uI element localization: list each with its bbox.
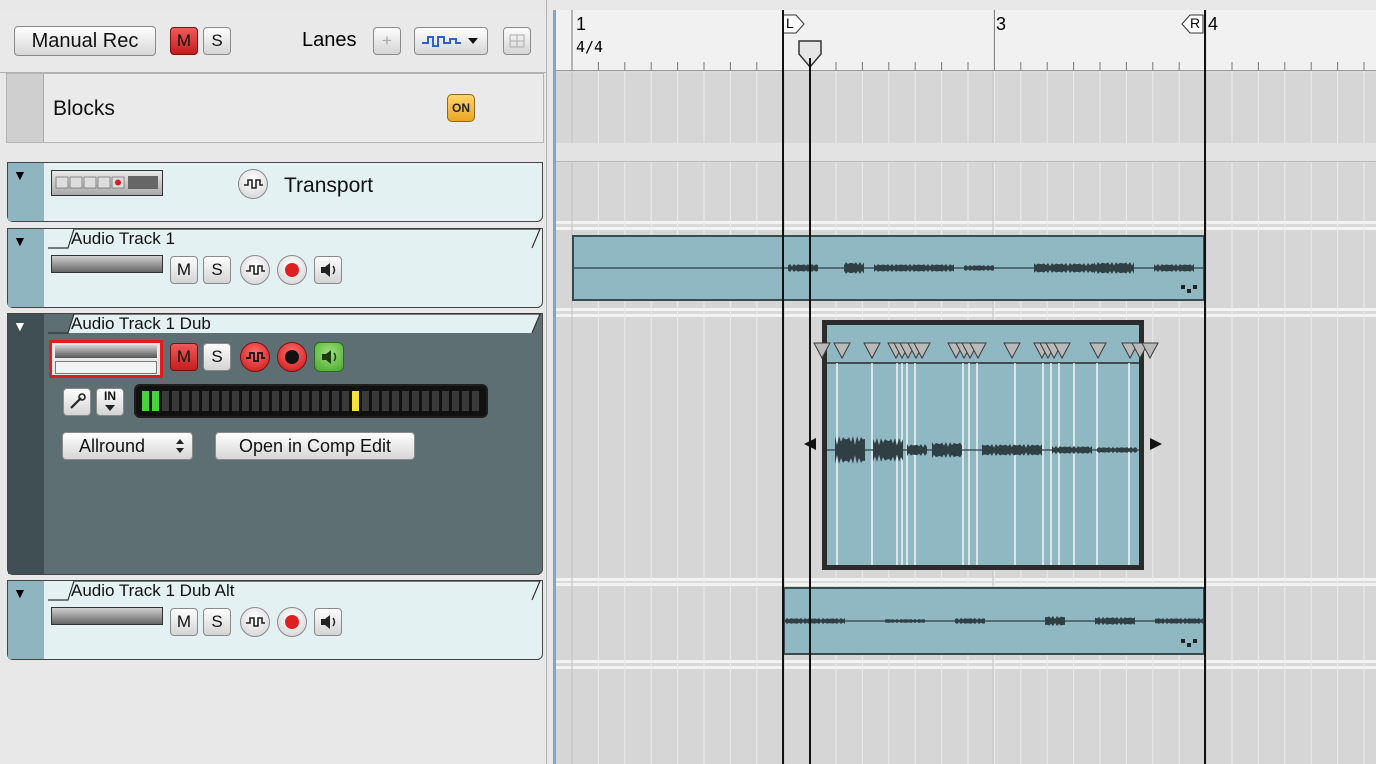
track-output-button[interactable] (314, 342, 344, 372)
track-output-button[interactable] (314, 256, 342, 284)
ruler-ticks (571, 10, 1365, 70)
record-icon (285, 615, 299, 629)
top-toolbar: Manual Rec M S Lanes + (0, 10, 546, 73)
waveform-dropdown-icon (422, 36, 478, 47)
separator-band (556, 143, 1376, 162)
right-locator-line (1204, 10, 1206, 764)
collapse-triangle-icon[interactable]: ▼ (13, 167, 27, 183)
track-record-arm-button[interactable] (277, 342, 307, 372)
transport-track: ▼ Transport (7, 162, 543, 222)
add-lane-button[interactable]: + (373, 27, 401, 55)
blocks-row: Blocks ON (6, 73, 544, 143)
left-locator-label: L (786, 15, 794, 31)
blocks-label: Blocks (53, 97, 115, 120)
clip-resize-icon (1181, 285, 1197, 293)
input-select-button[interactable]: IN (96, 388, 124, 416)
blocks-on-toggle[interactable]: ON (447, 94, 475, 122)
input-label: IN (104, 389, 116, 403)
global-mute-button[interactable]: M (170, 27, 198, 55)
right-locator-marker[interactable]: R (1180, 14, 1204, 34)
track-record-arm-button[interactable] (277, 607, 307, 637)
grid-icon (509, 34, 525, 48)
preset-select[interactable]: Allround (62, 432, 193, 460)
audio-track-1: ▼ Audio Track 1 M S (7, 228, 543, 308)
track-record-arm-button[interactable] (277, 255, 307, 285)
left-locator-marker[interactable]: L (782, 14, 806, 34)
track-solo-button[interactable]: S (203, 343, 231, 371)
audio-track-1-dub: ▼ Audio Track 1 Dub M S IN Allround Open… (7, 313, 543, 575)
global-solo-button[interactable]: S (203, 27, 231, 55)
transport-controls-icon (55, 176, 158, 189)
clip-resize-icon (1181, 639, 1197, 647)
waveform-icon (244, 179, 263, 189)
clip-waveform (574, 262, 1203, 274)
track-name[interactable]: Audio Track 1 (71, 229, 175, 249)
track-solo-button[interactable]: S (203, 608, 231, 636)
open-in-comp-edit-button[interactable]: Open in Comp Edit (215, 432, 415, 460)
track-output-button[interactable] (314, 608, 342, 636)
left-locator-line (782, 10, 784, 764)
bar-4-label: 4 (1208, 14, 1219, 34)
transport-device-thumbnail[interactable] (51, 170, 163, 196)
input-arrow-icon (105, 405, 115, 411)
speaker-icon (321, 263, 336, 277)
track-device-thumbnail-selected[interactable] (49, 340, 163, 378)
clip-waveform (785, 616, 1203, 626)
track-name[interactable]: Audio Track 1 Dub Alt (71, 581, 234, 601)
waveform-icon (246, 265, 265, 275)
track-device-thumbnail[interactable] (51, 255, 163, 273)
audio-clip-track-1[interactable] (572, 235, 1205, 301)
track-mute-button[interactable]: M (170, 256, 198, 284)
track-solo-button[interactable]: S (203, 256, 231, 284)
plus-icon: + (382, 31, 392, 50)
bar-1-label: 1 (576, 14, 587, 34)
collapse-triangle-icon[interactable]: ▼ (13, 233, 27, 249)
transport-label: Transport (284, 174, 374, 197)
clip-right-trim-handle[interactable] (1148, 437, 1164, 451)
audio-track-1-dub-alt: ▼ Audio Track 1 Dub Alt M S (7, 580, 543, 660)
track-monitor-button[interactable] (240, 342, 270, 372)
wrench-icon (70, 393, 86, 409)
input-level-meter (134, 384, 488, 418)
automation-button[interactable] (63, 388, 91, 416)
speaker-icon (322, 350, 337, 364)
speaker-icon (321, 615, 336, 629)
track-color-strip (8, 314, 44, 574)
track-mute-button[interactable]: M (170, 608, 198, 636)
track-device-thumbnail[interactable] (51, 607, 163, 625)
waveform-icon (246, 617, 265, 627)
track-monitor-button[interactable] (240, 607, 270, 637)
track-monitor-button[interactable] (240, 255, 270, 285)
waveform-icon (246, 352, 265, 362)
track-mute-button[interactable]: M (170, 343, 198, 371)
blocks-lane (556, 73, 1376, 144)
updown-arrows-icon (176, 439, 184, 453)
blocks-color-strip (7, 74, 44, 142)
record-icon (285, 350, 299, 364)
clip-waveform (827, 436, 1139, 464)
manual-rec-button[interactable]: Manual Rec (14, 26, 156, 56)
cut-handle-row[interactable] (806, 340, 1162, 362)
grid-view-button[interactable] (503, 27, 531, 55)
transport-monitor-button[interactable] (238, 169, 268, 199)
preset-label: Allround (79, 436, 146, 456)
collapse-triangle-icon[interactable]: ▼ (13, 585, 27, 601)
right-locator-label: R (1190, 15, 1201, 31)
track-name[interactable]: Audio Track 1 Dub (71, 314, 211, 334)
bar-3-label: 3 (996, 14, 1007, 34)
timeline-ruler[interactable]: 1 4/4 3 4 L R (556, 10, 1376, 71)
meter-segments (142, 391, 479, 411)
collapse-triangle-icon[interactable]: ▼ (13, 318, 27, 334)
song-position-line (809, 58, 811, 764)
record-icon (285, 263, 299, 277)
audio-clip-dub-alt[interactable] (783, 587, 1205, 655)
lane-mode-dropdown[interactable] (414, 27, 488, 55)
lanes-label: Lanes (302, 29, 357, 51)
time-signature: 4/4 (576, 38, 604, 56)
